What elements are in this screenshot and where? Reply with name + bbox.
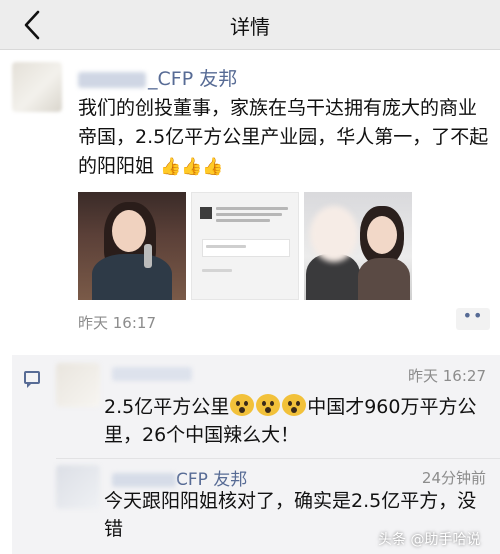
page-title: 详情 — [230, 15, 270, 39]
commenter-avatar[interactable] — [56, 363, 100, 407]
photo-chat-screenshot[interactable] — [191, 192, 299, 300]
author-avatar[interactable] — [12, 62, 62, 112]
comment-timestamp: 24分钟前 — [421, 469, 486, 487]
thumbs-up-icon: 👍 — [160, 157, 182, 177]
author-name[interactable]: _CFP 友邦 — [78, 64, 237, 91]
photo-two-women[interactable] — [304, 192, 412, 300]
divider — [0, 345, 500, 355]
commenter-name-blurred[interactable] — [112, 367, 192, 381]
post-text: 我们的创投董事，家族在乌干达拥有庞大的商业帝国，2.5亿平方公里产业园，华人第一… — [78, 94, 490, 182]
author-name-text: _CFP 友邦 — [148, 68, 238, 90]
comments-section: 昨天 16:27 2.5亿平方公里 中国才960万平方公里，26个中国辣么大！ C… — [12, 355, 500, 554]
comment-text: 2.5亿平方公里 中国才960万平方公里，26个中国辣么大！ — [104, 393, 494, 449]
scream-emoji-icon — [230, 394, 255, 416]
photo-speaker[interactable] — [78, 192, 186, 300]
commenter-avatar[interactable] — [56, 465, 100, 509]
blurred-name-part — [112, 473, 176, 487]
comment-text-part: 2.5亿平方公里 — [104, 396, 230, 418]
scream-emoji-icon — [256, 394, 281, 416]
nav-bar: 详情 — [0, 0, 500, 50]
more-actions-button[interactable]: •• — [456, 308, 490, 330]
comment-icon — [24, 371, 40, 388]
post-text-body: 我们的创投董事，家族在乌干达拥有庞大的商业帝国，2.5亿平方公里产业园，华人第一… — [78, 97, 489, 177]
comment-divider — [56, 458, 500, 459]
post-photo-grid — [78, 192, 412, 300]
comment-timestamp: 昨天 16:27 — [408, 367, 486, 385]
moment-post: _CFP 友邦 我们的创投董事，家族在乌干达拥有庞大的商业帝国，2.5亿平方公里… — [0, 50, 500, 345]
blurred-name-part — [78, 71, 146, 88]
thumbs-up-icon: 👍 — [202, 157, 224, 177]
scream-emoji-icon — [282, 394, 307, 416]
post-timestamp: 昨天 16:17 — [78, 314, 156, 332]
thumbs-up-icon: 👍 — [181, 157, 203, 177]
watermark: 头条 @助手哈说 — [378, 532, 481, 548]
